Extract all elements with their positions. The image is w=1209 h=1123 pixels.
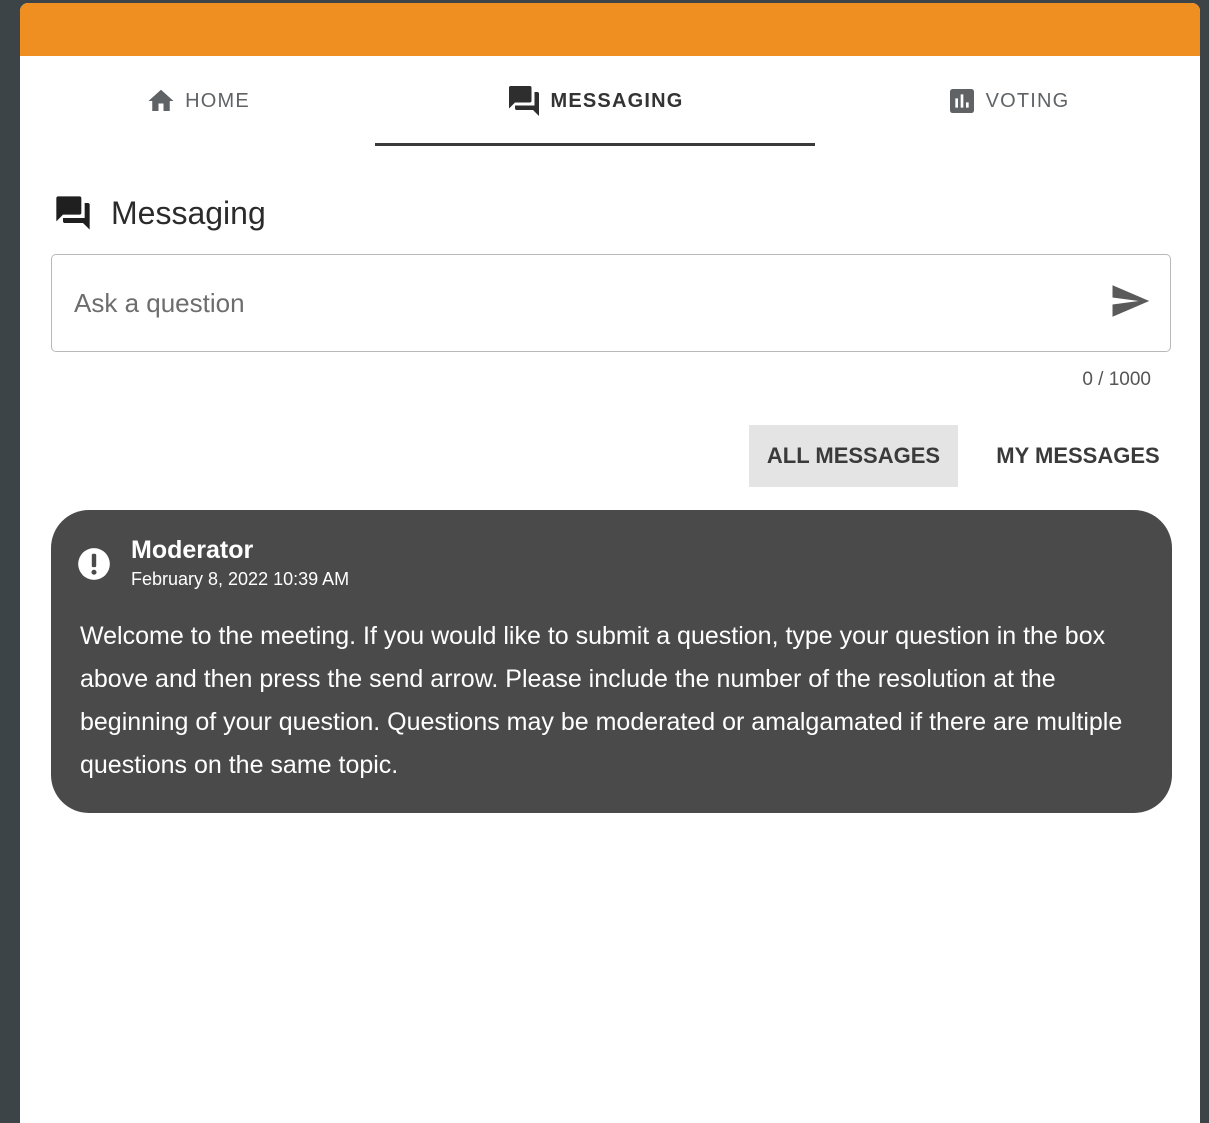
message-body: Welcome to the meeting. If you would lik… bbox=[80, 622, 1123, 779]
tab-bar: HOME MESSAGING VOTING bbox=[20, 56, 1200, 146]
top-accent-bar bbox=[20, 3, 1200, 56]
forum-icon bbox=[506, 83, 542, 119]
tab-home[interactable]: HOME bbox=[20, 56, 375, 146]
send-button[interactable] bbox=[1100, 273, 1160, 333]
app-panel: HOME MESSAGING VOTING Messaging 0 / 10 bbox=[20, 3, 1200, 1123]
my-messages-button[interactable]: MY MESSAGES bbox=[978, 425, 1178, 487]
page-title-text: Messaging bbox=[111, 194, 266, 231]
tab-messaging-label: MESSAGING bbox=[550, 89, 684, 112]
bar-chart-icon bbox=[946, 85, 978, 117]
message-author: Moderator bbox=[131, 536, 254, 564]
tab-voting-label: VOTING bbox=[985, 89, 1070, 112]
tab-voting[interactable]: VOTING bbox=[815, 56, 1200, 146]
all-messages-button[interactable]: ALL MESSAGES bbox=[749, 425, 958, 487]
tab-home-label: HOME bbox=[185, 89, 250, 112]
page-title: Messaging bbox=[53, 193, 266, 233]
question-input[interactable] bbox=[72, 286, 1100, 320]
question-input-box bbox=[51, 254, 1171, 352]
character-counter: 0 / 1000 bbox=[1082, 369, 1151, 390]
message-card: Moderator February 8, 2022 10:39 AM Welc… bbox=[51, 510, 1172, 813]
message-timestamp: February 8, 2022 10:39 AM bbox=[131, 569, 350, 589]
forum-icon bbox=[53, 193, 93, 233]
alert-circle-icon bbox=[75, 545, 113, 588]
tab-messaging[interactable]: MESSAGING bbox=[375, 56, 815, 146]
send-icon bbox=[1109, 280, 1151, 327]
home-icon bbox=[145, 86, 177, 116]
